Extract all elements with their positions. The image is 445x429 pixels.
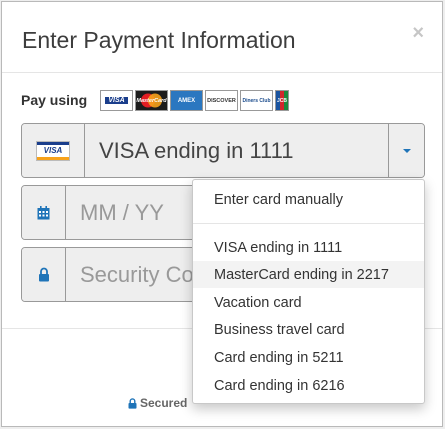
visa-card-icon: VISA: [36, 140, 70, 161]
amex-card-icon: AMEX: [170, 90, 203, 111]
dropdown-item[interactable]: VISA ending in 1111: [193, 234, 424, 261]
calendar-icon: [37, 205, 50, 219]
security-code-addon: [22, 248, 66, 301]
payment-modal: Enter Payment Information × Pay using VI…: [1, 1, 443, 427]
close-button[interactable]: ×: [412, 22, 424, 45]
discover-card-icon: DISCOVER: [205, 90, 238, 111]
visa-card-icon: VISA: [100, 90, 133, 111]
mastercard-card-icon: MasterCard: [135, 90, 168, 111]
expiry-addon: [22, 186, 66, 239]
secured-badge: Secured: [128, 396, 187, 410]
modal-title: Enter Payment Information: [22, 27, 296, 53]
dropdown-item[interactable]: Card ending in 5211: [193, 344, 424, 371]
dropdown-item[interactable]: Card ending in 6216: [193, 372, 424, 399]
dropdown-item-enter-manually[interactable]: Enter card manually: [193, 186, 424, 213]
lock-icon: [128, 397, 137, 409]
card-type-addon: VISA: [22, 124, 85, 177]
dropdown-item[interactable]: Vacation card: [193, 289, 424, 316]
pay-using-label: Pay using: [21, 92, 88, 108]
secured-text: Secured: [140, 396, 188, 410]
selected-card-value[interactable]: VISA ending in 1111: [85, 124, 388, 177]
dropdown-item[interactable]: MasterCard ending in 2217: [193, 261, 424, 288]
caret-down-icon: [402, 148, 411, 153]
dropdown-item[interactable]: Business travel card: [193, 316, 424, 343]
modal-header: Enter Payment Information ×: [2, 2, 442, 73]
lock-icon: [38, 267, 49, 282]
saved-card-dropdown-menu: Enter card manually VISA ending in 1111 …: [192, 179, 425, 404]
dropdown-divider: [193, 223, 424, 224]
dropdown-toggle-button[interactable]: [388, 124, 424, 177]
diners-club-card-icon: Diners Club: [240, 90, 273, 111]
jcb-card-icon: JCB: [275, 90, 289, 111]
saved-card-select[interactable]: VISA VISA ending in 1111: [21, 123, 425, 178]
